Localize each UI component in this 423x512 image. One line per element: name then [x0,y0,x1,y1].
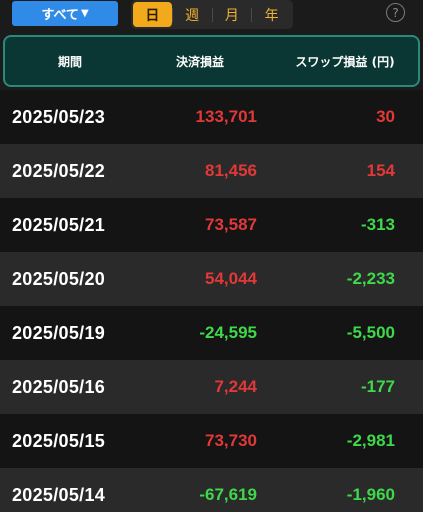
date-cell: 2025/05/20 [12,268,106,289]
swap-pl-cell: 30 [376,107,395,126]
help-icon[interactable]: ? [386,3,405,22]
account-filter-label: すべて [41,8,79,23]
pl-history-screen: すべて ▼ 日 週 月 年 ? 期間 決済損益 スワップ損益 (円) 2025/… [0,0,423,512]
date-cell: 2025/05/15 [12,430,106,451]
settlement-pl-cell: -24,595 [199,323,257,342]
table-row[interactable]: 2025/05/15 73,730 -2,981 [0,414,423,468]
column-header-settlement-pl[interactable]: 決済損益 [135,53,265,70]
table-row[interactable]: 2025/05/14 -67,619 -1,960 [0,468,423,512]
table-row[interactable]: 2025/05/19 -24,595 -5,500 [0,306,423,360]
swap-pl-cell: -5,500 [346,323,395,342]
tab-year[interactable]: 年 [252,2,291,27]
settlement-pl-cell: 73,730 [205,431,257,450]
swap-pl-cell: 154 [366,161,395,180]
date-cell: 2025/05/19 [12,322,106,343]
date-cell: 2025/05/22 [12,160,106,181]
pl-table-body: 2025/05/23 133,701 30 2025/05/22 81,456 … [0,90,423,512]
settlement-pl-cell: 54,044 [205,269,257,288]
date-cell: 2025/05/23 [12,106,106,127]
settlement-pl-cell: 73,587 [205,215,257,234]
tab-month[interactable]: 月 [213,2,252,27]
table-row[interactable]: 2025/05/22 81,456 154 [0,144,423,198]
period-tabs: 日 週 月 年 [131,0,293,29]
chevron-down-icon: ▼ [80,8,89,19]
column-header-swap-pl[interactable]: スワップ損益 (円) [260,53,423,70]
tab-week[interactable]: 週 [173,2,212,27]
table-row[interactable]: 2025/05/16 7,244 -177 [0,360,423,414]
date-cell: 2025/05/14 [12,484,106,505]
account-filter-button[interactable]: すべて ▼ [12,1,118,26]
swap-pl-cell: -2,233 [346,269,395,288]
swap-pl-cell: -2,981 [346,431,395,450]
swap-pl-cell: -1,960 [346,485,395,504]
date-cell: 2025/05/16 [12,376,106,397]
table-row[interactable]: 2025/05/21 73,587 -313 [0,198,423,252]
tab-day[interactable]: 日 [133,2,172,27]
table-row[interactable]: 2025/05/20 54,044 -2,233 [0,252,423,306]
table-header: 期間 決済損益 スワップ損益 (円) [3,35,420,87]
settlement-pl-cell: 133,701 [195,107,257,126]
date-cell: 2025/05/21 [12,214,106,235]
swap-pl-cell: -313 [360,215,395,234]
column-header-period[interactable]: 期間 [5,53,135,70]
settlement-pl-cell: -67,619 [199,485,257,504]
settlement-pl-cell: 7,244 [214,377,257,396]
settlement-pl-cell: 81,456 [205,161,257,180]
table-row[interactable]: 2025/05/23 133,701 30 [0,90,423,144]
swap-pl-cell: -177 [360,377,395,396]
filter-bar: すべて ▼ 日 週 月 年 ? [0,0,423,34]
